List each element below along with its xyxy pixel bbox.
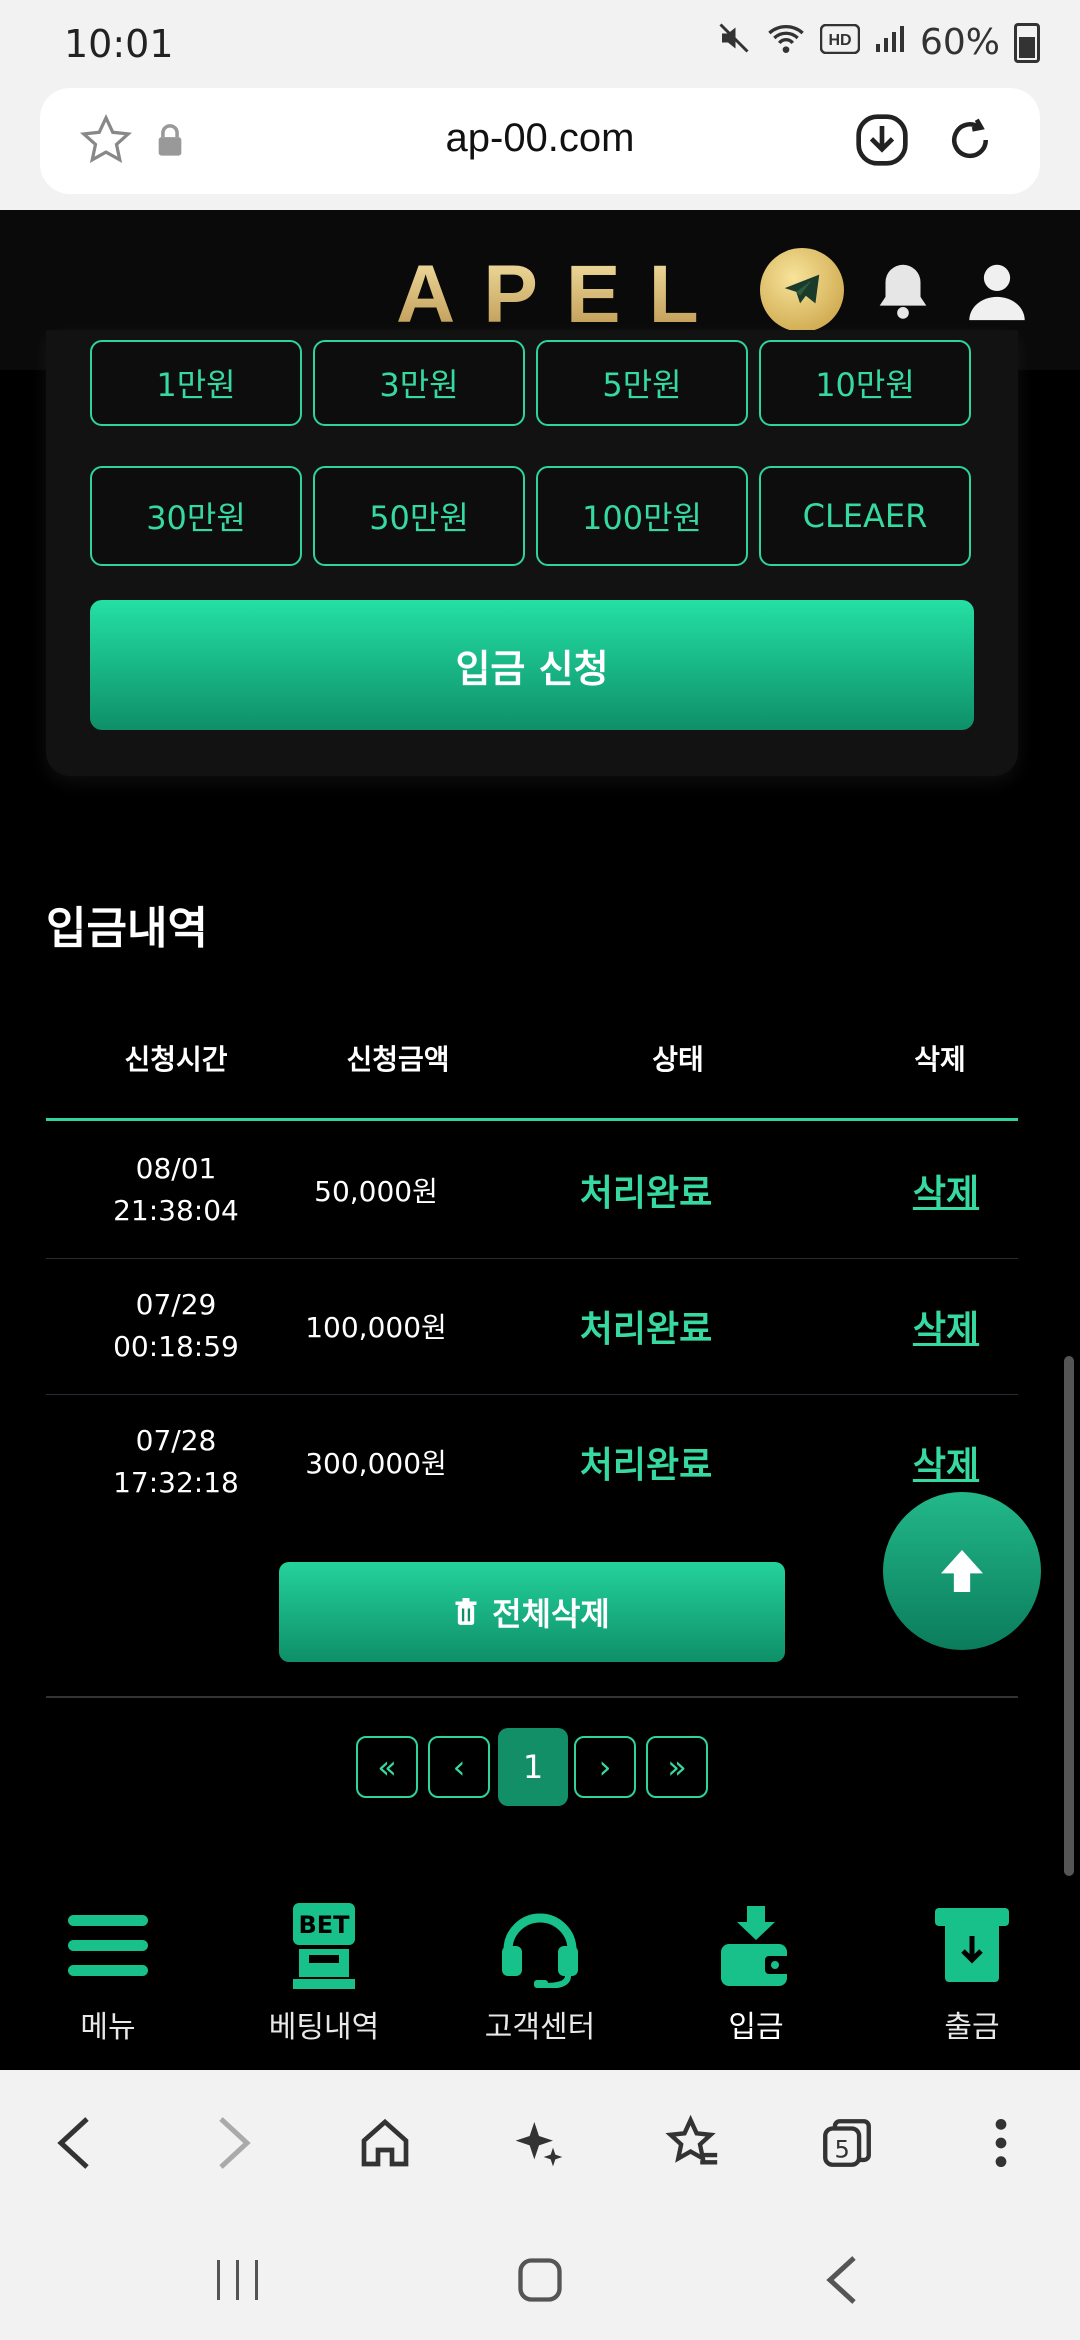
status-bar: 10:01 HD 60% [0,0,1080,88]
amount-button-500000[interactable]: 50만원 [313,466,525,566]
request-time-cell: 08/01 21:38:04 [113,1152,239,1227]
battery-icon [1014,22,1040,63]
telegram-icon [784,274,820,304]
hd-icon: HD [819,22,861,63]
site-logo[interactable]: APEL [396,248,727,342]
amount-button-100000[interactable]: 10만원 [759,340,971,426]
page-first-button[interactable]: « [356,1736,418,1798]
wifi-icon [766,20,806,65]
url-box[interactable]: ap-00.com [40,88,1040,194]
request-time-cell: 07/28 17:32:18 [113,1424,239,1499]
nav-item-deposit[interactable]: 입금 [656,1896,856,2046]
delete-link[interactable]: 삭제 [886,1258,1006,1394]
status-cell: 처리완료 [579,1173,713,1214]
page-prev-button[interactable]: ‹ [428,1736,490,1798]
table-row: 07/29 00:18:59 100,000원 처리완료 삭제 [46,1258,1018,1395]
headset-icon [502,1913,578,1988]
request-amount-cell: 50,000원 [314,1175,438,1208]
amount-button-300000[interactable]: 30만원 [90,466,302,566]
nav-item-menu[interactable]: 메뉴 [8,1896,208,2046]
user-icon[interactable] [962,256,1032,326]
mute-icon [716,20,752,65]
status-time: 10:01 [64,22,174,66]
withdraw-icon [935,1908,1009,1982]
more-options-icon[interactable] [966,2108,1036,2178]
sparkle-icon[interactable] [504,2108,574,2178]
page-last-button[interactable]: » [646,1736,708,1798]
status-cell: 처리완료 [579,1445,713,1486]
table-header-divider [46,1118,1018,1121]
system-navigation [0,2210,1080,2340]
telegram-button[interactable] [760,248,844,332]
deposit-icon [721,1906,793,1986]
menu-icon [68,1915,148,1976]
section-divider [46,1696,1018,1698]
browser-toolbar: 5 [0,2070,1080,2210]
request-amount-cell: 300,000원 [305,1447,447,1480]
amount-button-10000[interactable]: 1만원 [90,340,302,426]
svg-text:HD: HD [828,32,851,49]
svg-text:5: 5 [834,2136,849,2164]
table-row: 07/28 17:32:18 300,000원 처리완료 삭제 [46,1394,1018,1530]
request-amount-cell: 100,000원 [305,1311,447,1344]
delete-all-label: 전체삭제 [492,1595,610,1633]
bell-icon[interactable] [868,256,938,326]
scroll-to-top-button[interactable] [883,1492,1041,1650]
status-icons: HD 60% [716,20,1040,65]
nav-item-bet-history[interactable]: BET 베팅내역 [224,1896,424,2046]
column-header-time: 신청시간 [124,1043,228,1076]
page-next-button[interactable]: › [574,1736,636,1798]
delete-all-button[interactable]: 전체삭제 [279,1562,785,1662]
deposit-request-button[interactable]: 입금 신청 [90,600,974,730]
delete-link[interactable]: 삭제 [886,1122,1006,1258]
page-current-button[interactable]: 1 [498,1728,568,1806]
nav-item-withdraw[interactable]: 출금 [872,1896,1072,2046]
clear-button[interactable]: CLEAER [759,466,971,566]
table-row: 08/01 21:38:04 50,000원 처리완료 삭제 [46,1122,1018,1259]
home-button-icon[interactable] [510,2250,570,2310]
amount-button-1000000[interactable]: 100만원 [536,466,748,566]
arrow-up-icon [941,1550,983,1592]
home-icon[interactable] [350,2108,420,2178]
deposit-history-title: 입금내역 [46,903,208,954]
forward-icon[interactable] [198,2108,268,2178]
tabs-icon[interactable]: 5 [812,2108,882,2178]
download-icon[interactable] [852,110,912,170]
amount-button-50000[interactable]: 5만원 [536,340,748,426]
amount-button-30000[interactable]: 3만원 [313,340,525,426]
status-cell: 처리완료 [579,1309,713,1350]
signal-icon [874,22,906,63]
svg-text:BET: BET [298,1911,350,1939]
reload-icon[interactable] [940,110,1000,170]
battery-percent: 60% [919,22,1000,63]
column-header-amount: 신청금액 [346,1043,450,1076]
bottom-navigation: 메뉴 BET 베팅내역 고객센터 입금 출금 [0,1876,1080,2070]
browser-address-bar: ap-00.com [0,88,1080,210]
system-back-icon[interactable] [812,2250,872,2310]
request-time-cell: 07/29 00:18:59 [113,1288,239,1363]
nav-item-support[interactable]: 고객센터 [440,1896,640,2046]
column-header-status: 상태 [652,1043,704,1076]
back-icon[interactable] [40,2108,110,2178]
bookmarks-icon[interactable] [658,2108,728,2178]
trash-icon [455,1598,477,1625]
recent-apps-icon[interactable] [208,2250,268,2310]
column-header-delete: 삭제 [914,1043,966,1076]
page-scrollbar[interactable] [1064,1356,1074,1876]
bet-icon: BET [293,1903,355,1989]
